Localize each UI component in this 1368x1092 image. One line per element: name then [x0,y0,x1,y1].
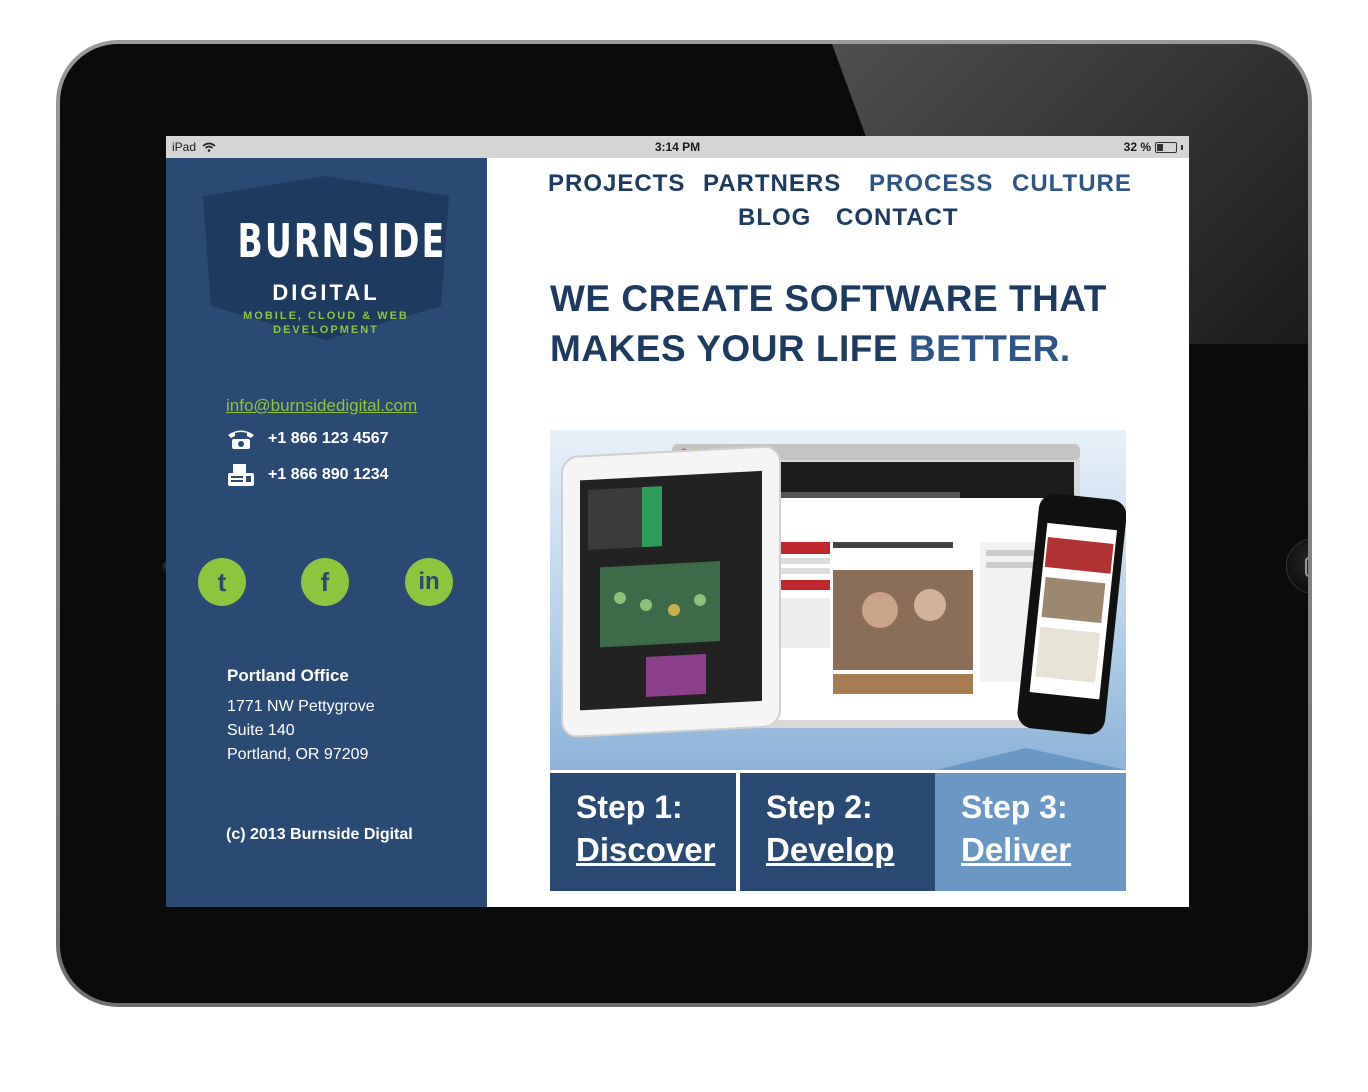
step-3-label: Step 3: [961,789,1068,825]
logo[interactable]: BURNSIDE DIGITAL MOBILE, CLOUD & WEB DEV… [203,176,449,340]
status-time: 3:14 PM [654,140,701,154]
fax-row[interactable]: +1 866 890 1234 [226,464,389,486]
step-1-card[interactable]: Step 1: Discover [550,773,736,891]
linkedin-icon[interactable]: in [405,558,453,606]
devices-illustration [561,444,1126,770]
hero-line-2-accent: BETTER. [908,328,1071,369]
status-right: 32 % [1124,140,1183,154]
phone-row[interactable]: +1 866 123 4567 [226,428,389,450]
sidebar: BURNSIDE DIGITAL MOBILE, CLOUD & WEB DEV… [166,158,487,907]
email-link[interactable]: info@burnsidedigital.com [226,396,417,416]
home-square-icon [1305,557,1308,577]
nav-process[interactable]: PROCESS [869,170,993,198]
step-3-link[interactable]: Deliver [961,831,1071,869]
hero-headline-line-1: WE CREATE SOFTWARE THAT [550,278,1107,319]
twitter-icon[interactable]: t [198,558,246,606]
logo-tagline-2: DEVELOPMENT [273,324,379,336]
facebook-icon[interactable]: f [301,558,349,606]
nav-projects[interactable]: PROJECTS [548,170,685,198]
ipad-screen: iPad 3:14 PM 32 % BURNSIDE DIGITAL MOBIL… [166,136,1189,907]
fax-icon [228,464,254,486]
step-2-label: Step 2: [766,789,873,825]
devices-showcase-image [550,430,1126,770]
address-line-1: 1771 NW Pettygrove [227,698,375,715]
step-3-card[interactable]: Step 3: Deliver [935,773,1126,891]
address-line-3: Portland, OR 97209 [227,746,369,763]
home-button[interactable] [1286,538,1308,594]
step-1-link[interactable]: Discover [576,831,715,869]
nav-partners[interactable]: PARTNERS [703,170,841,198]
logo-tagline-1: MOBILE, CLOUD & WEB [243,310,409,322]
main-content: PROJECTS PARTNERS PROCESS CULTURE BLOG C… [487,158,1189,907]
logo-name: BURNSIDE [237,214,447,268]
phone-icon [228,430,254,449]
address-line-2: Suite 140 [227,722,295,739]
nav-contact[interactable]: CONTACT [836,204,959,232]
step-1-label: Step 1: [576,789,683,825]
office-title: Portland Office [227,666,349,685]
battery-level [1157,143,1164,151]
phone-number: +1 866 123 4567 [268,430,389,447]
copyright: (c) 2013 Burnside Digital [226,826,413,843]
step-2-link[interactable]: Develop [766,831,894,869]
fax-number: +1 866 890 1234 [268,466,389,483]
hero-line-2-text: MAKES YOUR LIFE [550,328,909,369]
battery-percent: 32 % [1123,140,1151,154]
nav-blog[interactable]: BLOG [738,204,811,232]
status-bar: iPad 3:14 PM 32 % [166,136,1189,158]
logo-sub: DIGITAL [272,280,380,305]
tablet-mockup [561,445,781,738]
battery-icon [1155,141,1177,153]
hero-headline-line-2: MAKES YOUR LIFE BETTER. [550,328,1071,370]
nav-culture[interactable]: CULTURE [1012,170,1132,198]
battery-tip [1181,144,1183,150]
step-2-card[interactable]: Step 2: Develop [740,773,935,891]
